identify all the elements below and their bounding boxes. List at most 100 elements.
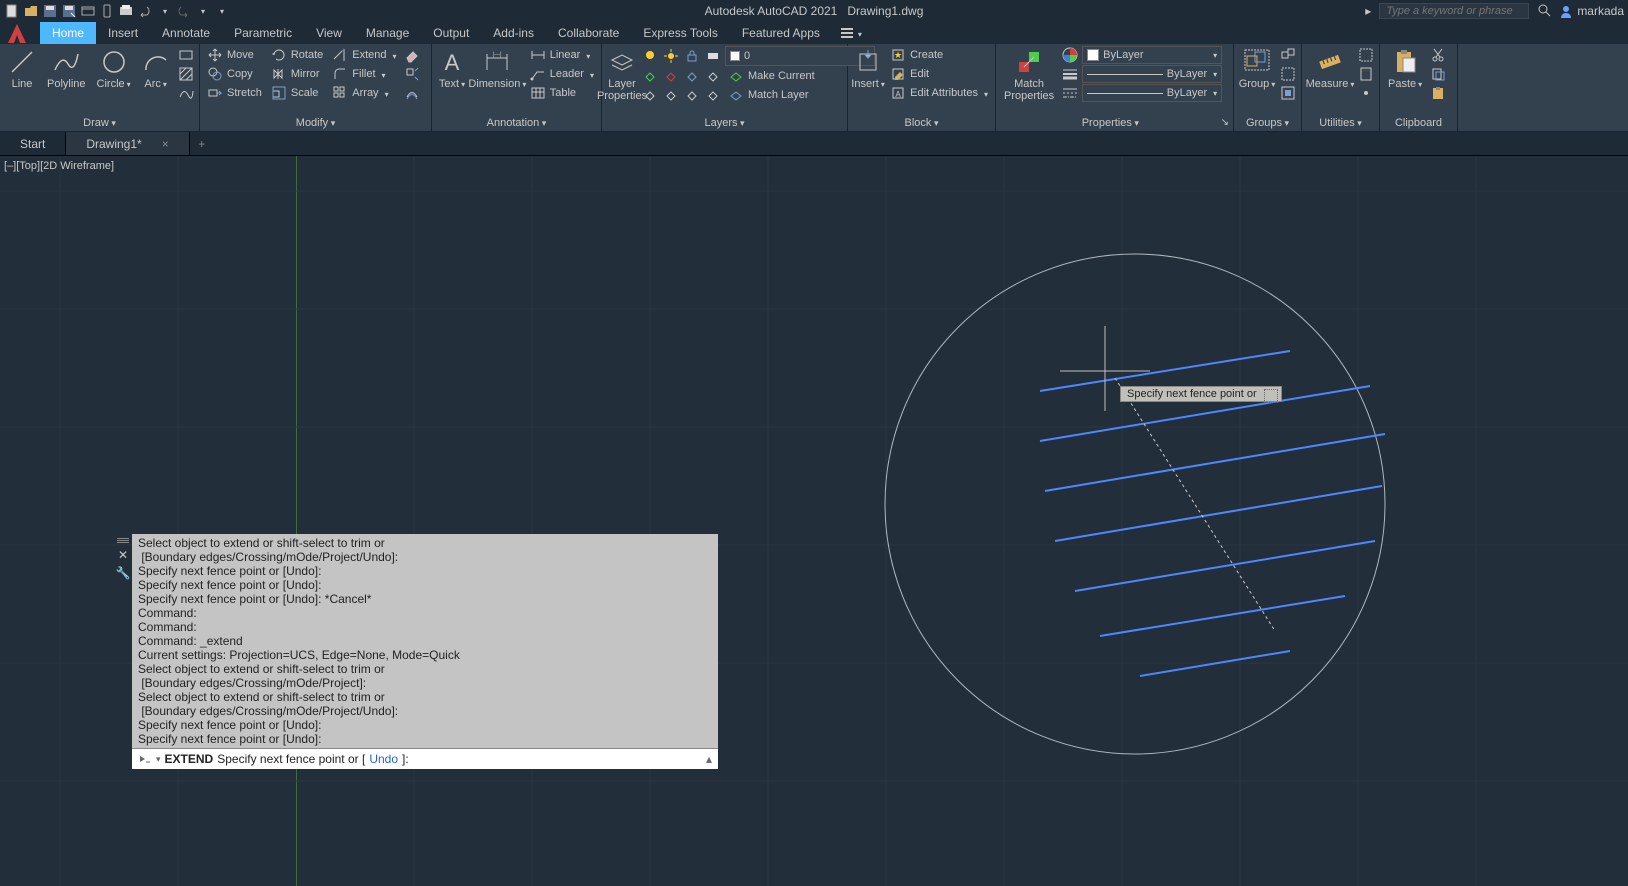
move-button[interactable]: Move [204, 46, 265, 64]
ungroup-icon[interactable] [1279, 46, 1297, 64]
undo-icon[interactable] [137, 3, 153, 19]
spline-icon[interactable] [177, 84, 195, 102]
rectangle-icon[interactable] [177, 46, 195, 64]
linetype-combo[interactable]: ByLayer [1082, 84, 1222, 102]
properties-launcher[interactable]: ↘ [1221, 117, 1229, 128]
tab-menu-dropdown[interactable] [856, 26, 862, 40]
array-button[interactable]: Array [329, 84, 399, 102]
selectall-icon[interactable] [1357, 46, 1375, 64]
tab-parametric[interactable]: Parametric [222, 22, 304, 44]
saveas-icon[interactable] [61, 3, 77, 19]
cmdwin-grip[interactable] [117, 538, 129, 544]
layer-lock-icon[interactable] [683, 47, 701, 65]
copy-clip-icon[interactable] [1429, 65, 1447, 83]
tab-featured-apps[interactable]: Featured Apps [730, 22, 832, 44]
arc-button[interactable]: Arc [138, 46, 174, 92]
tab-manage[interactable]: Manage [354, 22, 421, 44]
viewport-label[interactable]: [–][Top][2D Wireframe] [4, 160, 114, 172]
scale-button[interactable]: Scale [268, 84, 326, 102]
panel-title-draw[interactable]: Draw [83, 117, 116, 129]
calculator-icon[interactable] [1357, 65, 1375, 83]
add-tab-button[interactable]: + [190, 132, 214, 155]
explode-icon[interactable] [403, 65, 421, 83]
trim-button[interactable]: Extend [329, 46, 399, 64]
panel-title-utilities[interactable]: Utilities [1319, 117, 1361, 129]
tab-collaborate[interactable]: Collaborate [546, 22, 631, 44]
drawing-canvas[interactable]: [–][Top][2D Wireframe] Specify next fenc… [0, 156, 1628, 886]
panel-title-modify[interactable]: Modify [296, 117, 335, 129]
circle-button[interactable]: Circle [93, 46, 135, 92]
open-icon[interactable] [23, 3, 39, 19]
stretch-button[interactable]: Stretch [204, 84, 265, 102]
rotate-button[interactable]: Rotate [268, 46, 326, 64]
text-button[interactable]: AText [436, 46, 468, 92]
color-wheel-icon[interactable] [1061, 46, 1079, 64]
user-icon[interactable]: markada [1559, 4, 1624, 18]
panel-title-properties[interactable]: Properties [1082, 117, 1139, 129]
tab-add-ins[interactable]: Add-ins [481, 22, 546, 44]
cmdwin-close-icon[interactable]: ✕ [118, 548, 128, 562]
offset-icon[interactable] [403, 84, 421, 102]
erase-icon[interactable] [403, 46, 421, 64]
leader-button[interactable]: Leader [527, 65, 597, 83]
web-icon[interactable] [80, 3, 96, 19]
copy-button[interactable]: Copy [204, 65, 265, 83]
search-icon[interactable] [1537, 3, 1551, 20]
layer-tool6-icon[interactable] [662, 86, 680, 104]
qat-customize[interactable] [213, 3, 229, 19]
layerprops-button[interactable]: Layer Properties [606, 46, 638, 104]
tab-view[interactable]: View [304, 22, 354, 44]
app-logo[interactable] [0, 22, 34, 46]
point-icon[interactable] [1357, 84, 1375, 102]
table-button[interactable]: Table [527, 84, 597, 102]
group-button[interactable]: Group [1238, 46, 1276, 92]
dimension-button[interactable]: |---|Dimension [471, 46, 524, 92]
color-combo[interactable]: ByLayer [1082, 46, 1222, 64]
qnew-icon[interactable] [4, 3, 20, 19]
tab-insert[interactable]: Insert [96, 22, 150, 44]
mobile-icon[interactable] [99, 3, 115, 19]
tab-express-tools[interactable]: Express Tools [631, 22, 729, 44]
layer-tool5-icon[interactable] [641, 86, 659, 104]
panel-title-annotation[interactable]: Annotation [487, 117, 547, 129]
layer-tool4-icon[interactable] [704, 67, 722, 85]
mirror-button[interactable]: Mirror [268, 65, 326, 83]
layer-sun-icon[interactable] [662, 47, 680, 65]
cmdline-expand-icon[interactable]: ▴ [706, 752, 712, 766]
layer-tool8-icon[interactable] [704, 86, 722, 104]
fillet-button[interactable]: Fillet [329, 65, 399, 83]
plot-icon[interactable] [118, 3, 134, 19]
linetype-icon[interactable] [1061, 84, 1079, 102]
cut-icon[interactable] [1429, 46, 1447, 64]
redo-dropdown[interactable] [194, 3, 210, 19]
edit-block-button[interactable]: Edit [887, 65, 991, 83]
panel-title-block[interactable]: Block [905, 117, 939, 129]
command-line[interactable]: ▾ EXTEND Specify next fence point or [Un… [132, 748, 718, 769]
tab-annotate[interactable]: Annotate [150, 22, 222, 44]
match-props-button[interactable]: Match Properties [1000, 46, 1058, 104]
line-button[interactable]: Line [4, 46, 40, 92]
tab-menu-icon[interactable] [838, 24, 856, 42]
lineweight-icon[interactable] [1061, 65, 1079, 83]
edit-attrs-button[interactable]: AEdit Attributes [887, 84, 991, 102]
panel-title-layers[interactable]: Layers [704, 117, 744, 129]
insert-button[interactable]: Insert [852, 46, 884, 92]
undo-dropdown[interactable] [156, 3, 172, 19]
group-edit-icon[interactable] [1279, 65, 1297, 83]
command-option-undo[interactable]: Undo [369, 752, 398, 766]
layer-tool3-icon[interactable] [683, 67, 701, 85]
lineweight-combo[interactable]: ByLayer [1082, 65, 1222, 83]
save-icon[interactable] [42, 3, 58, 19]
tab-start[interactable]: Start [0, 132, 66, 155]
hatch-icon[interactable] [177, 65, 195, 83]
infocenter-arrow[interactable]: ▸ [1365, 4, 1371, 18]
group-select-icon[interactable] [1279, 84, 1297, 102]
layer-tool1-icon[interactable] [641, 67, 659, 85]
tab-output[interactable]: Output [421, 22, 481, 44]
layer-tool7-icon[interactable] [683, 86, 701, 104]
layer-plot-icon[interactable] [704, 47, 722, 65]
command-window[interactable]: ✕ 🔧 Select object to extend or shift-sel… [132, 534, 718, 769]
search-input[interactable] [1379, 3, 1529, 19]
close-icon[interactable]: × [162, 137, 169, 151]
linear-button[interactable]: Linear [527, 46, 597, 64]
